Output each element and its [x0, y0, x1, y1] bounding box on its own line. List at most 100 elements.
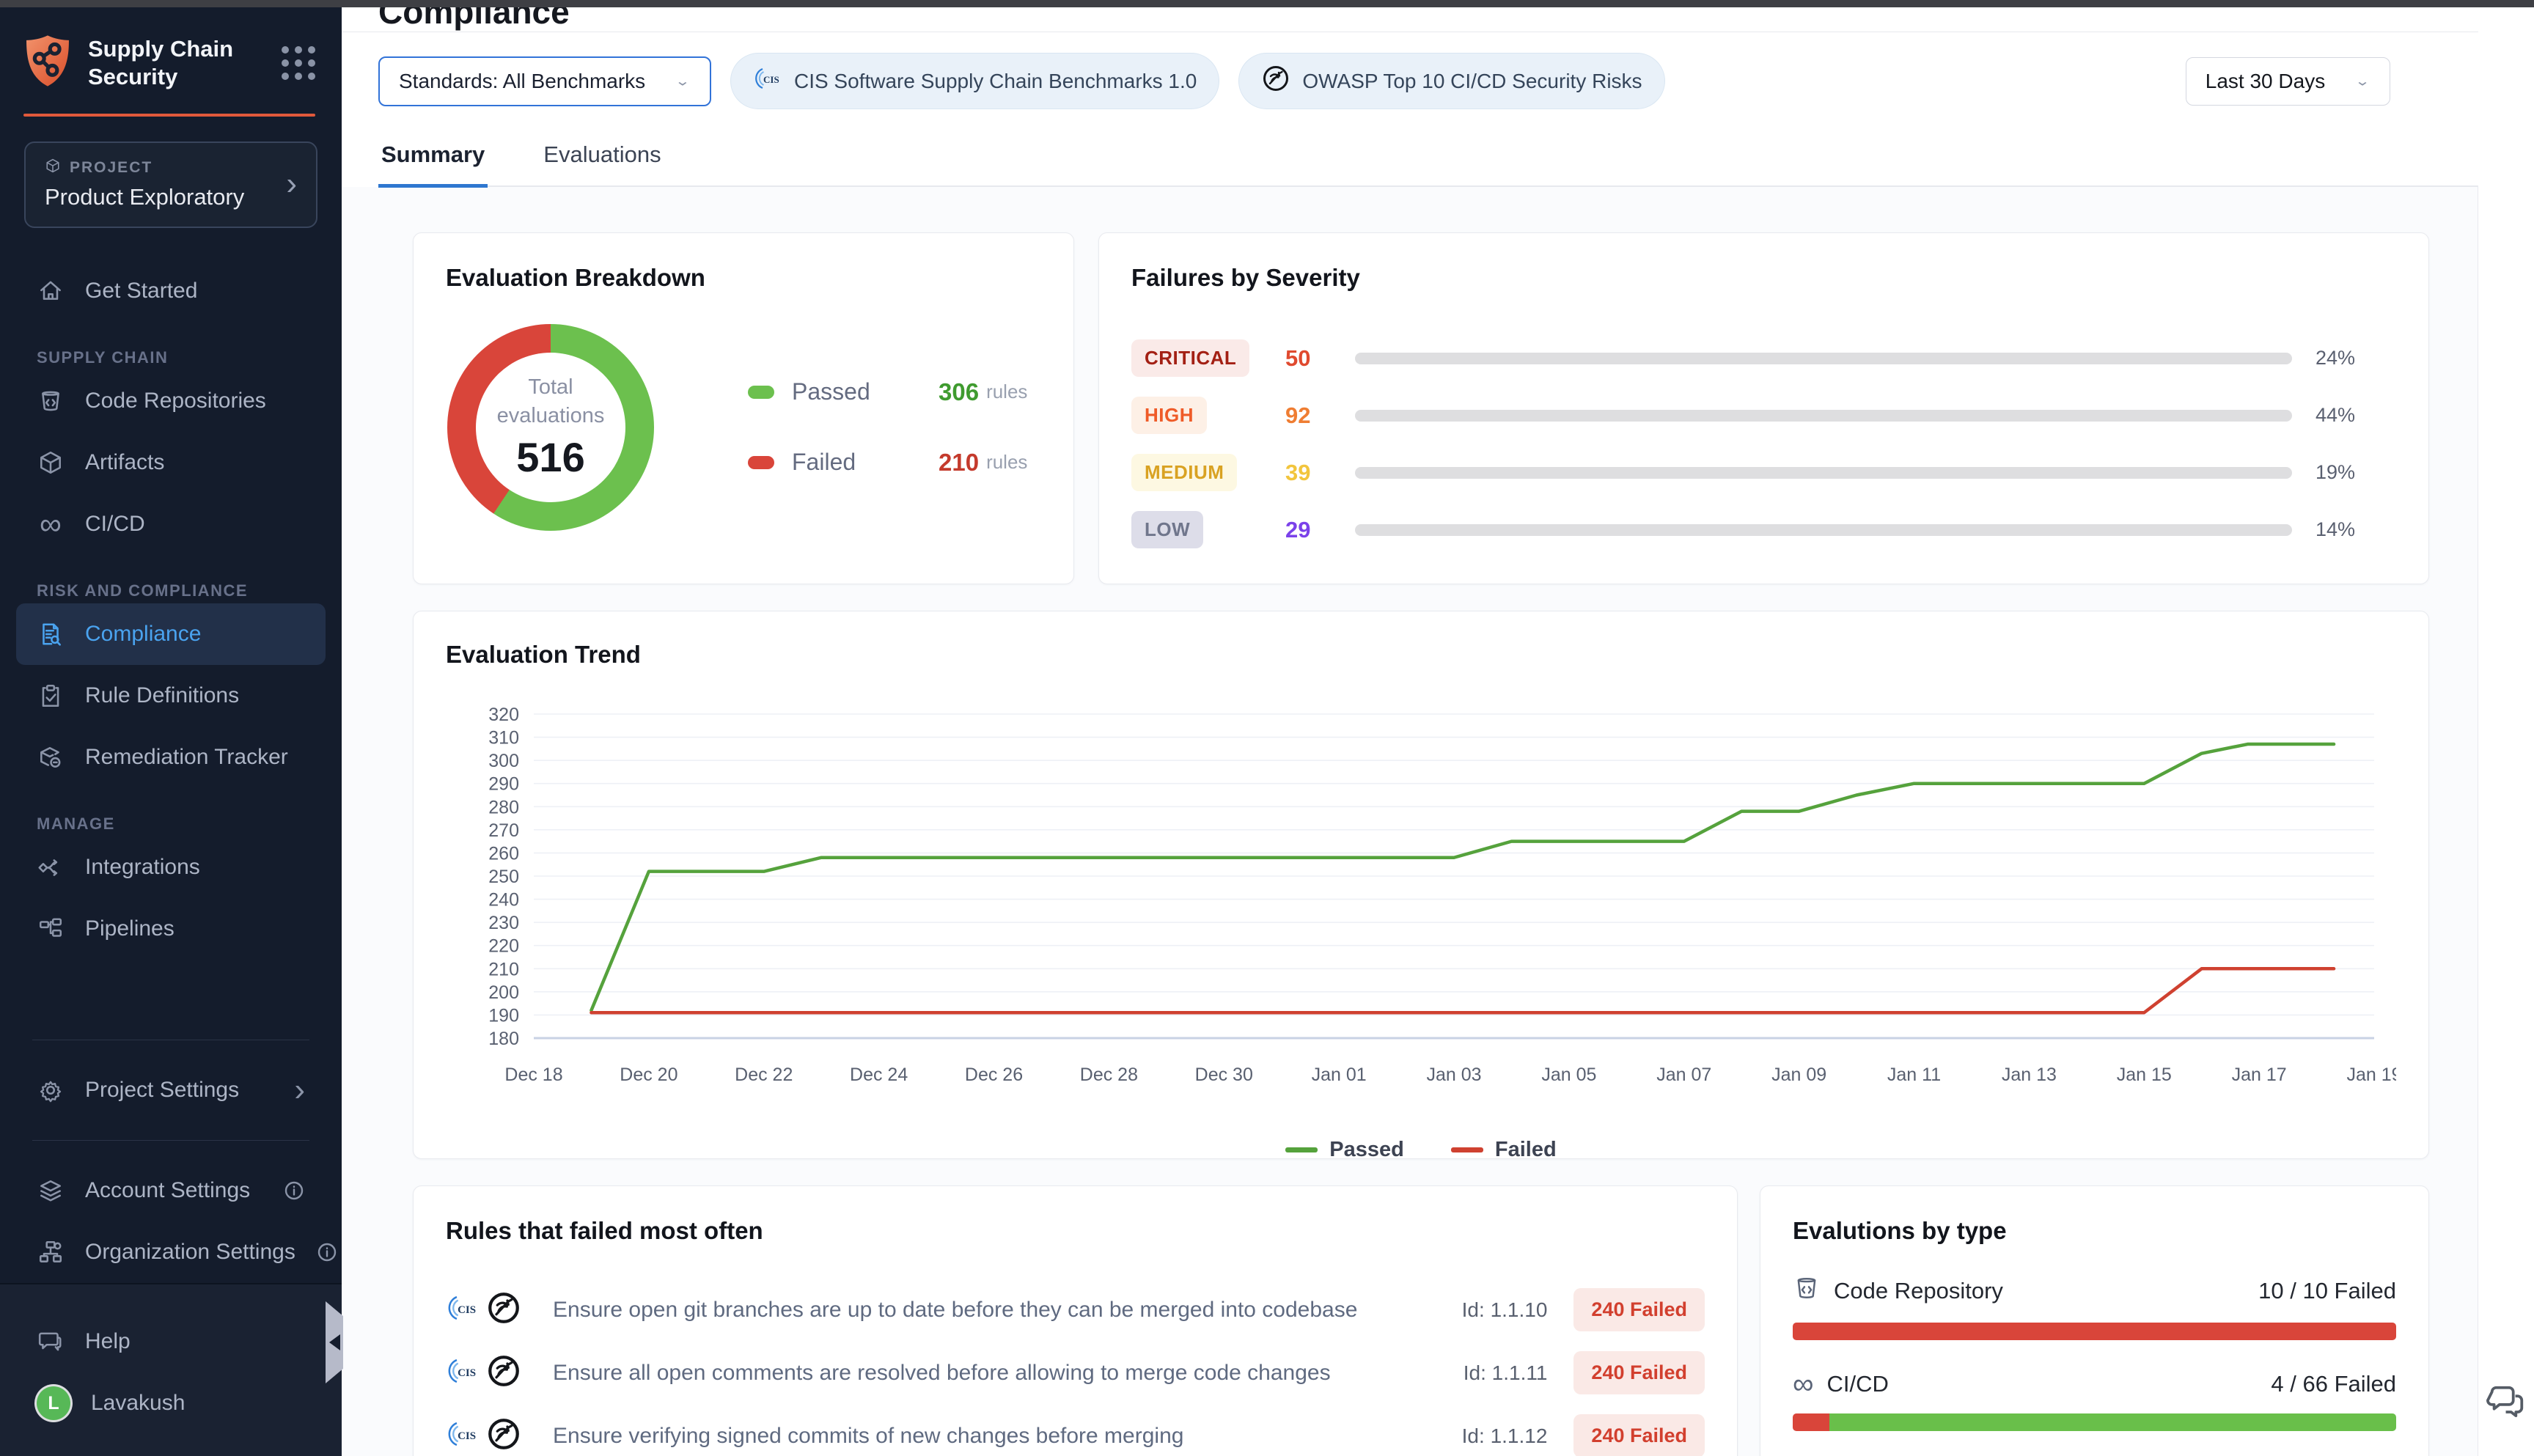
- tab-evaluations[interactable]: Evaluations: [540, 124, 664, 188]
- cis-logo-icon: CIS: [446, 1291, 480, 1328]
- tab-summary[interactable]: Summary: [378, 124, 488, 188]
- page-title: Compliance: [378, 7, 2478, 32]
- chip-cis-benchmarks[interactable]: CIS CIS Software Supply Chain Benchmarks…: [730, 53, 1219, 109]
- svg-text:CIS: CIS: [458, 1430, 476, 1442]
- project-switcher[interactable]: PROJECT Product Exploratory ›: [24, 141, 317, 228]
- svg-text:Dec 26: Dec 26: [965, 1065, 1023, 1085]
- sidebar-item-account-settings[interactable]: Account Settings: [16, 1160, 326, 1221]
- severity-bar-track: [1355, 353, 2292, 364]
- dashboard-content: Evaluation Breakdown Total evaluations 5…: [342, 187, 2478, 1456]
- filter-bar: Standards: All Benchmarks ⌄ CIS CIS Soft…: [342, 32, 2478, 109]
- owasp-wasp-icon: [485, 1416, 522, 1456]
- severity-count: 50: [1285, 345, 1355, 372]
- svg-text:CIS: CIS: [763, 74, 779, 85]
- code-repository-icon: [37, 387, 65, 415]
- page-header: Compliance: [342, 7, 2478, 32]
- date-range-dropdown[interactable]: Last 30 Days ⌄: [2186, 57, 2390, 106]
- svg-text:220: 220: [488, 935, 519, 956]
- sidebar-item-cicd[interactable]: ∞ CI/CD: [16, 493, 326, 555]
- collapse-arrow-icon: [329, 1334, 340, 1350]
- bytype-row-code-repository: Code Repository 10 / 10 Failed: [1793, 1274, 2396, 1340]
- severity-badge: HIGH: [1131, 397, 1207, 434]
- total-evaluations-value: 516: [516, 433, 584, 481]
- bytype-value: 10 / 10 Failed: [2258, 1278, 2396, 1304]
- svg-text:230: 230: [488, 913, 519, 933]
- failed-color-pill: [748, 456, 774, 469]
- sidebar-user[interactable]: L Lavakush: [16, 1372, 326, 1434]
- severity-percent: 14%: [2316, 518, 2396, 541]
- sidebar-section-supply-chain: SUPPLY CHAIN: [37, 348, 326, 367]
- user-name: Lavakush: [91, 1391, 185, 1416]
- sidebar-item-integrations[interactable]: Integrations: [16, 837, 326, 898]
- sidebar-item-compliance[interactable]: Compliance: [16, 603, 326, 665]
- sidebar-item-remediation-tracker[interactable]: Remediation Tracker: [16, 727, 326, 788]
- legend-passed: Passed 306 rules: [748, 378, 1027, 406]
- severity-bar-track: [1355, 410, 2292, 422]
- card-title: Evaluation Breakdown: [446, 264, 1041, 292]
- sidebar-item-get-started[interactable]: Get Started: [16, 260, 326, 322]
- artifact-cube-icon: [37, 449, 65, 477]
- chevron-right-icon: ›: [294, 1081, 305, 1100]
- severity-rows: CRITICAL 50 24% HIGH 92 44% MEDIUM: [1131, 330, 2396, 559]
- standards-dropdown[interactable]: Standards: All Benchmarks ⌄: [378, 56, 711, 106]
- svg-text:CIS: CIS: [458, 1367, 476, 1379]
- rule-row[interactable]: CIS Ensure all open comments are resolve…: [446, 1342, 1705, 1405]
- owasp-wasp-icon: [1261, 64, 1290, 98]
- svg-text:210: 210: [488, 959, 519, 979]
- chevron-down-icon: ⌄: [675, 73, 691, 89]
- cis-logo-icon: CIS: [753, 64, 782, 98]
- svg-text:Dec 28: Dec 28: [1080, 1065, 1138, 1085]
- svg-text:250: 250: [488, 867, 519, 887]
- svg-text:CIS: CIS: [458, 1304, 476, 1316]
- clipboard-check-icon: [37, 682, 65, 710]
- svg-text:Jan 03: Jan 03: [1426, 1065, 1481, 1085]
- divider: [32, 1140, 309, 1141]
- project-cube-icon: [45, 158, 61, 178]
- owasp-wasp-icon: [485, 1290, 522, 1330]
- severity-badge: LOW: [1131, 511, 1203, 548]
- bytype-bar: [1793, 1323, 2396, 1340]
- svg-text:Jan 05: Jan 05: [1541, 1065, 1596, 1085]
- sidebar-item-help[interactable]: Help: [16, 1311, 326, 1372]
- svg-text:280: 280: [488, 797, 519, 817]
- svg-text:Dec 30: Dec 30: [1195, 1065, 1253, 1085]
- brand-shield-logo: [23, 34, 72, 92]
- card-title: Evaluation Trend: [446, 641, 2396, 669]
- sidebar-item-pipelines[interactable]: Pipelines: [16, 898, 326, 960]
- bytype-bar: [1793, 1413, 2396, 1431]
- layers-gear-icon: [37, 1177, 65, 1205]
- svg-text:Dec 22: Dec 22: [735, 1065, 793, 1085]
- info-icon[interactable]: [316, 1241, 338, 1263]
- main-content: Compliance Standards: All Benchmarks ⌄ C…: [342, 7, 2534, 1456]
- svg-text:290: 290: [488, 773, 519, 794]
- severity-row-low: LOW 29 14%: [1131, 501, 2396, 559]
- help-chat-icon: [37, 1328, 65, 1356]
- chip-owasp-top10[interactable]: OWASP Top 10 CI/CD Security Risks: [1238, 53, 1664, 109]
- svg-text:Jan 07: Jan 07: [1656, 1065, 1711, 1085]
- severity-percent: 44%: [2316, 404, 2396, 427]
- failures-by-severity-card: Failures by Severity CRITICAL 50 24% HIG…: [1098, 232, 2429, 584]
- svg-text:Jan 09: Jan 09: [1771, 1065, 1826, 1085]
- sidebar-item-project-settings[interactable]: Project Settings ›: [16, 1059, 326, 1121]
- card-title: Evalutions by type: [1793, 1217, 2396, 1245]
- rule-row[interactable]: CIS Ensure open git branches are up to d…: [446, 1279, 1705, 1342]
- severity-row-critical: CRITICAL 50 24%: [1131, 330, 2396, 387]
- passed-color-pill: [748, 386, 774, 399]
- evaluation-breakdown-card: Evaluation Breakdown Total evaluations 5…: [413, 232, 1074, 584]
- sidebar-item-code-repositories[interactable]: Code Repositories: [16, 370, 326, 432]
- trend-legend-failed: Failed: [1451, 1138, 1557, 1162]
- chat-widget-button[interactable]: [2486, 1381, 2528, 1424]
- sidebar-item-organization-settings[interactable]: Organization Settings: [16, 1221, 326, 1283]
- trend-legend: Passed Failed: [446, 1138, 2396, 1162]
- severity-row-high: HIGH 92 44%: [1131, 387, 2396, 444]
- svg-text:320: 320: [488, 705, 519, 725]
- sidebar-item-rule-definitions[interactable]: Rule Definitions: [16, 665, 326, 727]
- svg-text:Jan 13: Jan 13: [2002, 1065, 2057, 1085]
- sidebar-item-artifacts[interactable]: Artifacts: [16, 432, 326, 493]
- rule-row[interactable]: CIS Ensure verifying signed commits of n…: [446, 1405, 1705, 1456]
- info-icon[interactable]: [283, 1180, 305, 1202]
- svg-text:Dec 18: Dec 18: [504, 1065, 562, 1085]
- severity-count: 92: [1285, 402, 1355, 429]
- app-grid-icon[interactable]: [282, 46, 315, 80]
- sidebar-footer: Help L Lavakush: [0, 1283, 342, 1456]
